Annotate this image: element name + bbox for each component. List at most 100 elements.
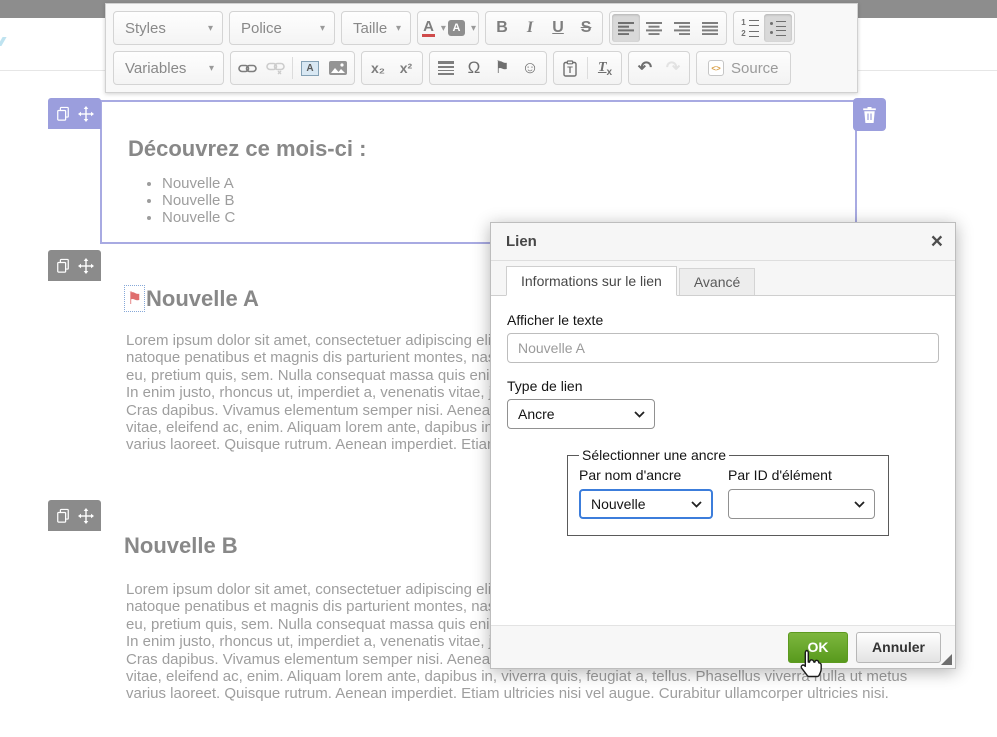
superscript-button[interactable]: x²	[392, 54, 420, 82]
variables-combo[interactable]: Variables ▾	[113, 51, 224, 85]
featured-list: Nouvelle A Nouvelle B Nouvelle C	[102, 175, 855, 226]
italic-button[interactable]: I	[516, 14, 544, 42]
block-handle-section-a[interactable]	[48, 250, 101, 281]
toolbar-divider	[292, 57, 293, 79]
close-icon[interactable]: ×	[931, 232, 943, 252]
delete-block-button[interactable]	[853, 98, 886, 131]
align-center-icon	[646, 22, 663, 35]
strikethrough-button[interactable]: S	[572, 14, 600, 42]
copy-icon	[56, 106, 70, 122]
text-color-button[interactable]: A ▾	[420, 14, 448, 42]
align-justify-button[interactable]	[696, 14, 724, 42]
size-combo[interactable]: Taille ▾	[341, 11, 411, 45]
unlink-icon	[266, 62, 285, 75]
basicstyles-group: B I U S	[485, 11, 603, 45]
dialog-resize-handle[interactable]	[941, 654, 952, 665]
image-button[interactable]	[324, 54, 352, 82]
anchor-flag-marker[interactable]: ⚑	[124, 285, 145, 312]
display-text-input[interactable]: Nouvelle A	[507, 333, 939, 363]
featured-heading[interactable]: Découvrez ce mois-ci :	[128, 136, 855, 162]
tab-link-info[interactable]: Informations sur le lien	[506, 266, 677, 296]
chevron-down-icon: ▾	[209, 63, 214, 74]
text-color-icon: A	[422, 19, 435, 37]
anchor-button[interactable]: A	[296, 54, 324, 82]
list-group: 1 2	[733, 11, 795, 45]
toolbar-divider	[587, 57, 588, 79]
flag-icon: ⚑	[127, 289, 142, 309]
link-dialog: Lien × Informations sur le lien Avancé A…	[490, 222, 956, 669]
anchor-by-name-column: Par nom d'ancre Nouvelle	[579, 467, 713, 519]
image-icon	[329, 61, 347, 75]
redo-button[interactable]: ↷	[659, 54, 687, 82]
align-center-button[interactable]	[640, 14, 668, 42]
anchor-id-label: Par ID d'élément	[728, 467, 875, 483]
color-group: A ▾ A ▾	[417, 11, 479, 45]
ok-button[interactable]: OK	[788, 632, 848, 663]
bulleted-list-button[interactable]	[764, 14, 792, 42]
block-handle-featured[interactable]	[48, 98, 101, 129]
align-left-button[interactable]	[612, 14, 640, 42]
background-color-button[interactable]: A ▾	[448, 14, 476, 42]
superscript-icon: x²	[400, 60, 412, 76]
dialog-body: Afficher le texte Nouvelle A Type de lie…	[491, 296, 955, 536]
dialog-titlebar[interactable]: Lien ×	[491, 223, 955, 261]
smiley-button[interactable]: ☺	[516, 54, 544, 82]
dialog-footer: OK Annuler	[491, 625, 955, 668]
tab-advanced[interactable]: Avancé	[679, 268, 755, 295]
chevron-down-icon: ▾	[396, 23, 401, 34]
source-button[interactable]: <> Source	[699, 54, 788, 82]
numbered-list-button[interactable]: 1 2	[736, 14, 764, 42]
move-icon	[78, 258, 94, 274]
styles-combo-label: Styles	[125, 20, 166, 37]
remove-format-button[interactable]: Tx	[591, 54, 619, 82]
align-group	[609, 11, 727, 45]
dialog-tabbar: Informations sur le lien Avancé	[491, 261, 955, 296]
bulleted-list-icon	[770, 21, 787, 36]
omega-icon: Ω	[468, 58, 481, 78]
block-handle-section-b[interactable]	[48, 500, 101, 531]
section-title[interactable]: Nouvelle A	[146, 286, 259, 312]
anchor-flag-button[interactable]: ⚑	[488, 54, 516, 82]
undo-icon: ↶	[638, 58, 652, 78]
align-right-icon	[674, 22, 691, 35]
undo-button[interactable]: ↶	[631, 54, 659, 82]
horizontal-rule-button[interactable]	[432, 54, 460, 82]
special-char-button[interactable]: Ω	[460, 54, 488, 82]
subscript-icon: x₂	[371, 60, 385, 76]
variables-combo-label: Variables	[125, 60, 186, 77]
section-title[interactable]: Nouvelle B	[124, 533, 238, 559]
link-button[interactable]	[233, 54, 261, 82]
link-type-select[interactable]: Ancre	[507, 399, 655, 429]
source-icon: <>	[708, 60, 724, 76]
underline-button[interactable]: U	[544, 14, 572, 42]
paste-text-button[interactable]: T	[556, 54, 584, 82]
align-right-button[interactable]	[668, 14, 696, 42]
toolbar-row-2: Variables ▾ A x₂ x² Ω	[113, 50, 850, 86]
anchor-id-select[interactable]	[728, 489, 875, 519]
anchor-select-group: Sélectionner une ancre Par nom d'ancre N…	[567, 447, 889, 536]
horizontal-rule-icon	[438, 61, 454, 75]
link-type-value: Ancre	[518, 406, 555, 422]
anchor-name-select[interactable]: Nouvelle	[579, 489, 713, 519]
chevron-down-icon	[634, 411, 645, 418]
list-item[interactable]: Nouvelle A	[162, 175, 855, 192]
font-combo-label: Police	[241, 20, 282, 37]
list-item[interactable]: Nouvelle B	[162, 192, 855, 209]
font-combo[interactable]: Police ▾	[229, 11, 335, 45]
source-group: <> Source	[696, 51, 791, 85]
link-icon	[238, 63, 257, 74]
cancel-button[interactable]: Annuler	[856, 632, 941, 663]
copy-icon	[56, 508, 70, 524]
unlink-button[interactable]	[261, 54, 289, 82]
numbered-list-icon: 1 2	[741, 19, 758, 38]
editor-toolbar: Styles ▾ Police ▾ Taille ▾ A ▾ A ▾ B I U…	[105, 3, 858, 93]
smiley-icon: ☺	[521, 58, 538, 78]
chevron-down-icon: ▾	[208, 23, 213, 34]
strikethrough-icon: S	[581, 19, 592, 37]
subsup-group: x₂ x²	[361, 51, 423, 85]
anchor-name-value: Nouvelle	[591, 496, 645, 512]
subscript-button[interactable]: x₂	[364, 54, 392, 82]
styles-combo[interactable]: Styles ▾	[113, 11, 223, 45]
bold-button[interactable]: B	[488, 14, 516, 42]
align-justify-icon	[702, 22, 719, 35]
